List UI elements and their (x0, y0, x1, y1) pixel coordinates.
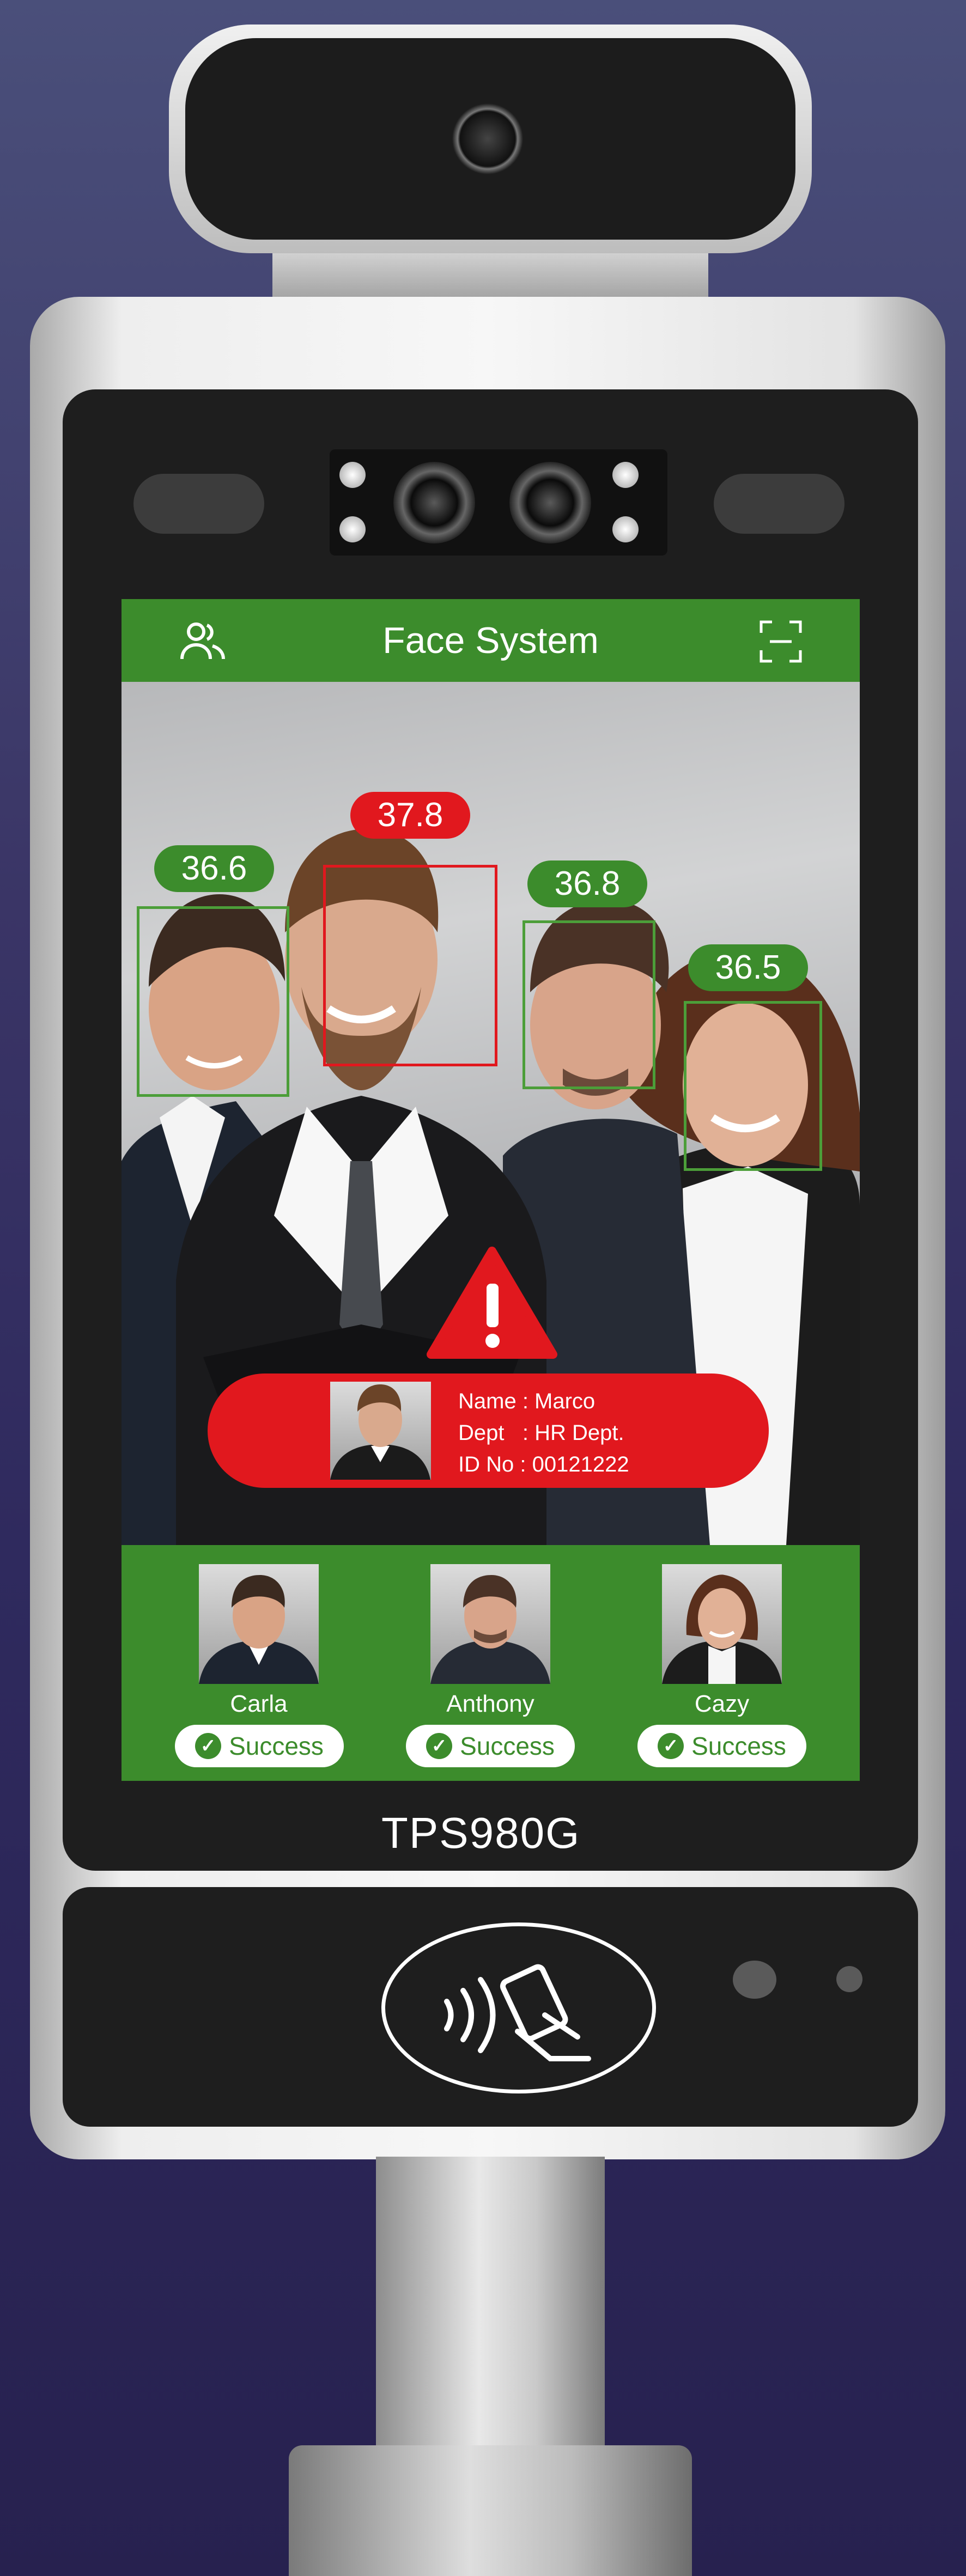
page-title: Face System (382, 620, 599, 661)
stand-base (289, 2445, 692, 2576)
recognized-card[interactable]: Anthony (430, 1564, 550, 1718)
face-detection-box (137, 906, 289, 1097)
ir-led (612, 516, 639, 542)
avatar (662, 1564, 782, 1684)
person-name: Anthony (446, 1690, 534, 1717)
face-detection-box (684, 1001, 822, 1171)
recognized-panel: Carla ✓ Success Anthony ✓ Success Cazy ✓ Su… (121, 1545, 860, 1781)
person-name: Cazy (694, 1690, 750, 1717)
temperature-badge: 36.8 (527, 860, 647, 907)
alert-photo (330, 1382, 431, 1480)
recognized-card[interactable]: Carla (199, 1564, 319, 1718)
alert-dept-row: Dept : HR Dept. (458, 1421, 624, 1445)
sensor-right (714, 474, 845, 534)
status-text: Success (691, 1732, 786, 1760)
camera-lens-left (393, 462, 475, 544)
face-detection-box (523, 920, 655, 1089)
check-icon: ✓ (426, 1733, 453, 1759)
users-icon[interactable] (179, 620, 228, 672)
alert-name-row: Name : Marco (458, 1389, 596, 1413)
temperature-badge: 36.5 (688, 944, 808, 991)
model-label: TPS980G (381, 1809, 581, 1857)
recognized-card[interactable]: Cazy (662, 1564, 782, 1718)
ir-led (612, 462, 639, 488)
warning-icon (427, 1246, 557, 1363)
dept-label: Dept (458, 1421, 505, 1445)
stand-pole (376, 2157, 605, 2445)
alert-id-row: ID No : 00121222 (458, 1452, 629, 1476)
success-badge: ✓ Success (637, 1725, 806, 1767)
camera-mount (272, 245, 708, 305)
top-camera-lens (452, 103, 523, 174)
camera-feed: 36.6 37.8 36.8 36.5 Name: Marco Dept: … (121, 682, 860, 1545)
avatar (430, 1564, 550, 1684)
device-screen: Face System 36.6 37.8 36.8 36.5 Name: M… (121, 599, 860, 1781)
name-value: Marco (534, 1389, 596, 1413)
sensor-left (133, 474, 264, 534)
indicator-light (836, 1966, 862, 1992)
id-label: ID No (458, 1452, 514, 1476)
check-icon: ✓ (195, 1733, 222, 1759)
app-header: Face System (121, 599, 860, 682)
face-detection-box-alert (323, 865, 497, 1066)
ir-led (339, 516, 366, 542)
success-badge: ✓ Success (175, 1725, 344, 1767)
temperature-badge: 36.6 (154, 845, 274, 892)
alert-card: Name : Marco Dept : HR Dept. ID No : 001… (208, 1374, 769, 1488)
id-value: 00121222 (532, 1452, 629, 1476)
check-icon: ✓ (658, 1733, 684, 1759)
dept-value: HR Dept. (534, 1421, 624, 1445)
person-name: Carla (230, 1690, 288, 1717)
name-label: Name (458, 1389, 517, 1413)
scan-frame-icon[interactable] (759, 620, 803, 672)
ir-led (339, 462, 366, 488)
temperature-badge-alert: 37.8 (350, 792, 470, 839)
success-badge: ✓ Success (406, 1725, 575, 1767)
nfc-card-icon (436, 1950, 599, 2072)
status-text: Success (229, 1732, 324, 1760)
avatar (199, 1564, 319, 1684)
status-text: Success (460, 1732, 555, 1760)
camera-lens-right (509, 462, 591, 544)
indicator-light (733, 1961, 776, 1999)
